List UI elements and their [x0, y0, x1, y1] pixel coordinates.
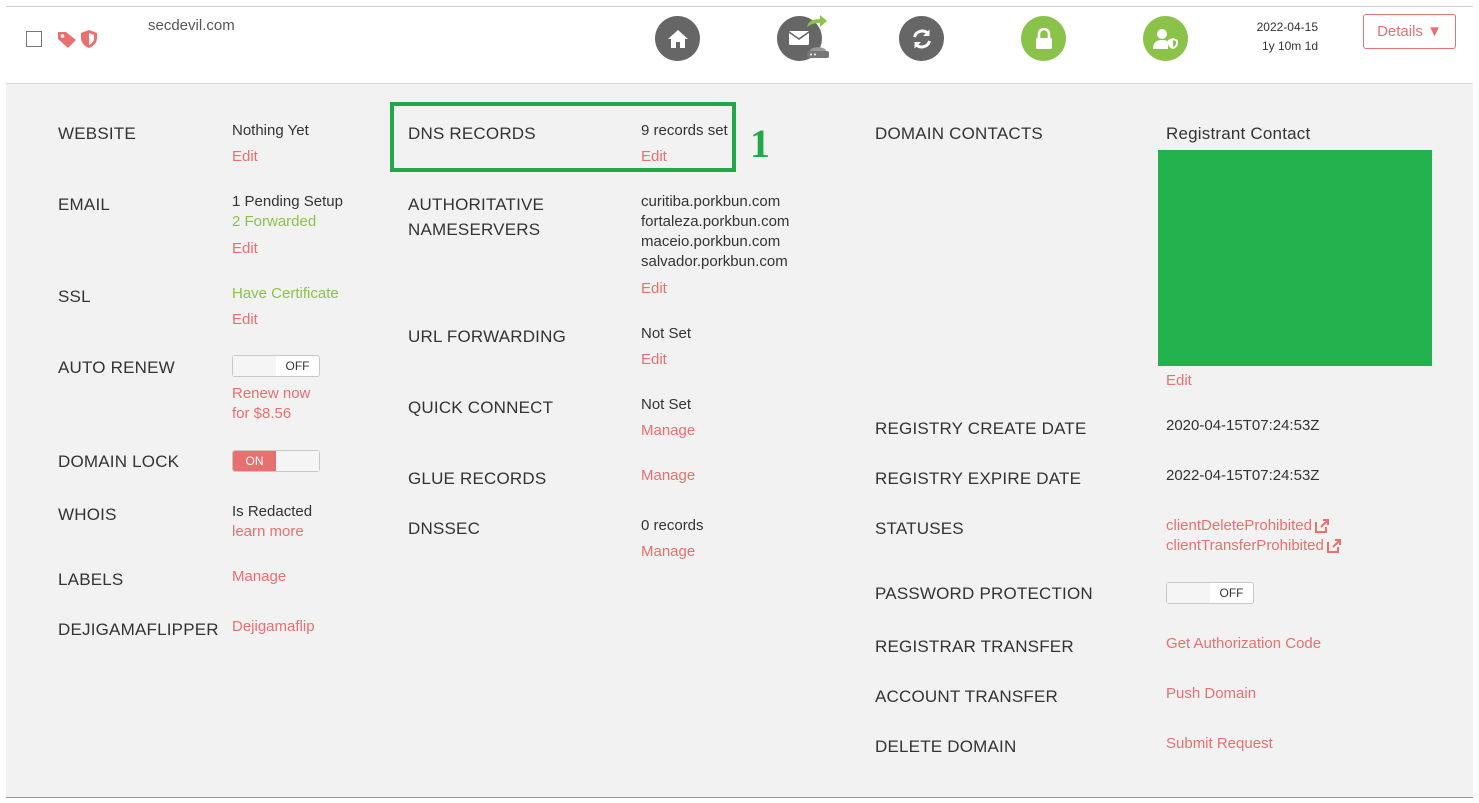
domain-lock-label: DOMAIN LOCK	[58, 452, 180, 471]
dnssec-value: 0 records	[641, 517, 704, 534]
privacy-button[interactable]	[1143, 16, 1188, 61]
ssl-value: Have Certificate	[232, 285, 339, 302]
email-forward-icon	[788, 15, 829, 58]
push-domain-link[interactable]: Push Domain	[1166, 684, 1256, 704]
shield-icon[interactable]	[80, 29, 98, 54]
dnssec-label: DNSSEC	[408, 519, 481, 538]
quick-connect-manage-link[interactable]: Manage	[641, 421, 695, 441]
website-value: Nothing Yet	[232, 122, 309, 139]
quick-connect-label: QUICK CONNECT	[408, 398, 554, 417]
labels-label: LABELS	[58, 570, 124, 589]
details-button[interactable]: Details ▼	[1363, 14, 1456, 49]
nameserver-item: salvador.porkbun.com	[641, 253, 788, 270]
flipper-link[interactable]: Dejigamaflip	[232, 617, 315, 637]
url-forwarding-label: URL FORWARDING	[408, 327, 567, 346]
email-forward-button[interactable]	[777, 15, 829, 61]
ssl-label: SSL	[58, 287, 91, 306]
password-protection-toggle[interactable]: OFF	[1166, 582, 1254, 604]
domain-lock-toggle[interactable]: ON	[232, 450, 320, 472]
expiry-date: 2022-04-15	[1256, 20, 1318, 34]
dns-records-label: DNS RECORDS	[408, 124, 536, 143]
toggle-state: OFF	[285, 359, 310, 373]
registrant-contact-title: Registrant Contact	[1166, 124, 1311, 143]
refresh-button[interactable]	[899, 16, 944, 61]
auto-renew-toggle[interactable]: OFF	[232, 355, 320, 377]
quick-connect-value: Not Set	[641, 396, 692, 413]
external-link-icon	[1326, 539, 1341, 554]
nameserver-item: maceio.porkbun.com	[641, 233, 781, 250]
url-forwarding-edit-link[interactable]: Edit	[641, 350, 667, 370]
password-protection-label: PASSWORD PROTECTION	[875, 584, 1093, 603]
toggle-track	[233, 356, 276, 376]
ssl-edit-link[interactable]: Edit	[232, 310, 258, 330]
website-edit-link[interactable]: Edit	[232, 147, 258, 167]
annotation-number: 1	[750, 121, 770, 166]
domain-name[interactable]: secdevil.com	[148, 17, 235, 34]
dns-records-value: 9 records set	[641, 122, 728, 139]
domain-contacts-label: DOMAIN CONTACTS	[875, 124, 1043, 143]
user-shield-icon	[1152, 28, 1178, 49]
tag-icon[interactable]	[56, 29, 78, 54]
nameservers-label-2: NAMESERVERS	[408, 220, 541, 239]
glue-records-manage-link[interactable]: Manage	[641, 466, 695, 486]
dns-records-edit-link[interactable]: Edit	[641, 147, 667, 167]
external-link-icon	[1314, 519, 1329, 534]
lock-button[interactable]	[1021, 16, 1066, 61]
renew-price-link[interactable]: for $8.56	[232, 404, 291, 424]
email-label: EMAIL	[58, 195, 111, 214]
toggle-track	[1167, 583, 1210, 603]
labels-manage-link[interactable]: Manage	[232, 567, 286, 587]
refresh-icon	[912, 29, 931, 48]
status-text: clientDeleteProhibited	[1166, 517, 1312, 534]
home-button[interactable]	[655, 16, 700, 61]
url-forwarding-value: Not Set	[641, 325, 692, 342]
whois-label: WHOIS	[58, 505, 117, 524]
redacted-contact-block	[1158, 150, 1432, 366]
whois-learn-more-link[interactable]: learn more	[232, 522, 304, 542]
whois-value: Is Redacted	[232, 503, 313, 520]
home-icon	[667, 29, 688, 48]
auto-renew-label: AUTO RENEW	[58, 358, 175, 377]
domain-age: 1y 10m 1d	[1261, 39, 1318, 53]
account-transfer-label: ACCOUNT TRANSFER	[875, 687, 1058, 706]
email-forwarded: 2 Forwarded	[232, 213, 317, 230]
select-domain-checkbox[interactable]	[26, 31, 42, 47]
domain-badges	[56, 29, 98, 54]
toggle-state: OFF	[1219, 586, 1244, 600]
expiry-info: 2022-04-15 1y 10m 1d	[1242, 18, 1318, 56]
website-label: WEBSITE	[58, 124, 136, 143]
registrar-transfer-label: REGISTRAR TRANSFER	[875, 637, 1074, 656]
registry-create-value: 2020-04-15T07:24:53Z	[1166, 417, 1320, 434]
get-auth-code-link[interactable]: Get Authorization Code	[1166, 634, 1321, 654]
registry-expire-value: 2022-04-15T07:24:53Z	[1166, 467, 1320, 484]
contacts-edit-link[interactable]: Edit	[1166, 371, 1192, 391]
registry-create-label: REGISTRY CREATE DATE	[875, 419, 1087, 438]
delete-domain-label: DELETE DOMAIN	[875, 737, 1017, 756]
status-text: clientTransferProhibited	[1166, 537, 1324, 554]
email-value: 1 Pending Setup	[232, 193, 343, 210]
nameserver-item: fortaleza.porkbun.com	[641, 213, 790, 230]
glue-records-label: GLUE RECORDS	[408, 469, 547, 488]
submit-request-link[interactable]: Submit Request	[1166, 734, 1273, 754]
status-link[interactable]: clientTransferProhibited	[1166, 536, 1342, 556]
lock-icon	[1035, 27, 1052, 49]
nameservers-edit-link[interactable]: Edit	[641, 279, 667, 299]
nameserver-item: curitiba.porkbun.com	[641, 193, 781, 210]
email-edit-link[interactable]: Edit	[232, 239, 258, 259]
dnssec-manage-link[interactable]: Manage	[641, 542, 695, 562]
toggle-track	[276, 451, 319, 471]
status-link[interactable]: clientDeleteProhibited	[1166, 516, 1330, 536]
statuses-label: STATUSES	[875, 519, 964, 538]
registry-expire-label: REGISTRY EXPIRE DATE	[875, 469, 1082, 488]
flipper-label: DEJIGAMAFLIPPER	[58, 620, 219, 639]
toggle-state: ON	[233, 451, 276, 471]
nameservers-label-1: AUTHORITATIVE	[408, 195, 545, 214]
domain-header-row: secdevil.com 2022-04-15 1y 10m 1d Detail…	[6, 7, 1473, 83]
renew-now-link[interactable]: Renew now	[232, 384, 310, 404]
